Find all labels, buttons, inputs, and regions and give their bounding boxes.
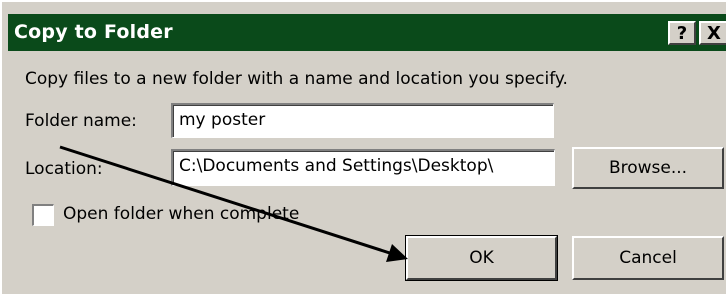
help-button[interactable]: ? [668,21,696,45]
close-button[interactable]: X [699,21,726,45]
open-folder-label: Open folder when complete [63,204,300,224]
ok-button[interactable]: OK [405,235,558,281]
browse-button[interactable]: Browse... [572,147,724,189]
location-input[interactable]: C:\Documents and Settings\Desktop\ [171,149,555,186]
location-label: Location: [25,159,103,179]
folder-name-input[interactable]: my poster [171,103,554,138]
intro-text: Copy files to a new folder with a name a… [25,69,568,89]
folder-name-label: Folder name: [25,111,137,131]
title-bar[interactable]: Copy to Folder ? X [8,14,726,51]
open-folder-checkbox[interactable] [32,204,54,226]
cancel-button[interactable]: Cancel [572,236,724,280]
dialog-title: Copy to Folder [14,21,173,43]
copy-to-folder-dialog: Copy to Folder ? X Copy files to a new f… [0,0,726,294]
